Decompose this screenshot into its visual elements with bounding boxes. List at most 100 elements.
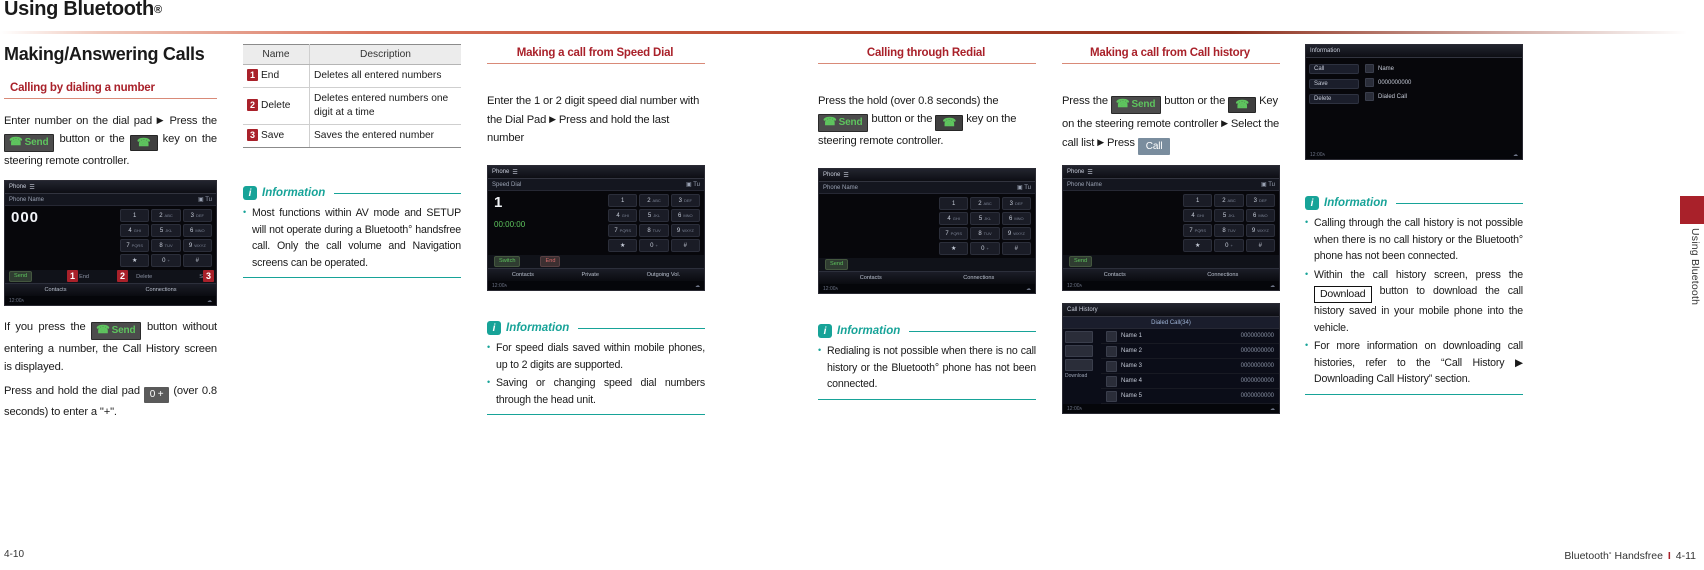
dialpad-key[interactable]: # <box>1245 239 1275 252</box>
text-button-or-the: button or the <box>1164 95 1226 107</box>
dialpad-key[interactable]: 9 WXYZ <box>1001 227 1031 240</box>
outgoing-vol-softkey[interactable]: Outgoing Vol. <box>647 272 681 278</box>
send-chip-label: Send <box>1131 99 1156 110</box>
send-softkey[interactable]: Send <box>825 259 849 270</box>
dialpad-key[interactable]: 8 TUV <box>639 224 669 237</box>
list-item[interactable]: Name 1 0000000000 <box>1101 329 1279 344</box>
text-button-or-the: button or the <box>871 113 933 125</box>
call-action-button[interactable]: Call <box>1309 64 1359 74</box>
end-softkey[interactable]: End <box>540 256 561 267</box>
dialpad-key[interactable]: 2 ABC <box>151 209 181 222</box>
dialpad-key[interactable]: 4 GHI <box>608 209 638 222</box>
phone-name-label: Phone Name <box>9 196 45 203</box>
connections-softkey[interactable]: Connections <box>1207 272 1238 278</box>
dialpad-key[interactable]: 1 <box>939 197 969 210</box>
dialpad-key[interactable]: 5 JKL <box>970 212 1000 225</box>
dialpad-key[interactable]: # <box>670 239 700 252</box>
dialpad-key[interactable]: 7 PQRS <box>608 224 638 237</box>
dialpad-key[interactable]: 6 MNO <box>1245 209 1275 222</box>
download-softkey[interactable]: Download <box>1065 373 1099 379</box>
cell-name-label: Delete <box>261 100 291 111</box>
list-item[interactable]: Name 5 0000000000 <box>1101 389 1279 404</box>
dialpad-key[interactable]: 8 TUV <box>151 239 181 252</box>
dialpad-key[interactable]: 4 GHI <box>939 212 969 225</box>
switch-softkey[interactable]: Switch <box>494 256 521 267</box>
dialpad-key[interactable]: 0 + <box>639 239 669 252</box>
list-item[interactable]: Name 4 0000000000 <box>1101 374 1279 389</box>
history-icon[interactable] <box>1065 331 1093 343</box>
dialpad-key[interactable]: 5 JKL <box>151 224 181 237</box>
dialpad-key[interactable]: 0 + <box>970 242 1000 255</box>
dialpad-key[interactable]: 6 MNO <box>1001 212 1031 225</box>
contact-number: 0000000000 <box>1240 378 1274 384</box>
dialpad-key[interactable]: # <box>182 254 212 267</box>
info-icon: i <box>818 324 832 338</box>
dialpad-key[interactable]: 5 JKL <box>639 209 669 222</box>
dialpad-key[interactable]: 4 GHI <box>1183 209 1213 222</box>
contacts-softkey[interactable]: Contacts <box>860 275 882 281</box>
dialpad-key[interactable]: 0 + <box>151 254 181 267</box>
dialpad-key[interactable]: 7 PQRS <box>120 239 150 252</box>
dialed-call-tab[interactable]: Dialed Call(34) <box>1151 320 1191 326</box>
contacts-softkey[interactable]: Contacts <box>512 272 534 278</box>
dialpad-key[interactable]: 4 GHI <box>120 224 150 237</box>
clock-display: 12:00ᴀ <box>823 285 838 292</box>
dialpad-key[interactable]: ★ <box>1183 239 1213 252</box>
contacts-softkey[interactable]: Contacts <box>1104 272 1126 278</box>
dialpad-key[interactable]: 9 WXYZ <box>182 239 212 252</box>
dialpad-key[interactable]: 2 ABC <box>1214 194 1244 207</box>
dialpad-key[interactable]: 3 DEF <box>1001 197 1031 210</box>
cell-name: 1 End <box>243 64 310 88</box>
paragraph-speed-dial: Enter the 1 or 2 digit speed dial number… <box>487 92 705 147</box>
connections-softkey[interactable]: Connections <box>963 275 994 281</box>
screenshot-bottombar: Contacts Connections <box>5 283 216 296</box>
dialpad-key[interactable]: 9 WXYZ <box>1245 224 1275 237</box>
dialpad-key[interactable]: 6 MNO <box>182 224 212 237</box>
list-item[interactable]: Name 2 0000000000 <box>1101 344 1279 359</box>
history-icon[interactable] <box>1065 345 1093 357</box>
dialpad-key[interactable]: 3 DEF <box>670 194 700 207</box>
dialpad-key[interactable]: 1 <box>608 194 638 207</box>
connections-softkey[interactable]: Connections <box>145 287 176 293</box>
delete-action-button[interactable]: Delete <box>1309 94 1359 104</box>
dialpad-key[interactable]: 1 <box>1183 194 1213 207</box>
list-item: Most functions within AV mode and SETUP … <box>243 204 461 271</box>
dialpad-key[interactable]: 7 PQRS <box>939 227 969 240</box>
end-softkey[interactable]: End <box>79 274 89 280</box>
dialpad-key[interactable]: 3 DEF <box>1245 194 1275 207</box>
clock-display: 12:00ᴀ <box>1310 151 1325 158</box>
dialpad-key[interactable]: 8 TUV <box>970 227 1000 240</box>
dialpad-key[interactable]: 2 ABC <box>970 197 1000 210</box>
list-item: Within the call history screen, press th… <box>1305 266 1523 337</box>
dialpad-key[interactable]: 1 <box>120 209 150 222</box>
dialpad-key[interactable]: ★ <box>120 254 150 267</box>
column-1: Making/Answering Calls Calling by dialin… <box>4 44 217 431</box>
dialpad-key[interactable]: 0 + <box>1214 239 1244 252</box>
contacts-softkey[interactable]: Contacts <box>44 287 66 293</box>
manual-page: Using Bluetooth® Making/Answering Calls … <box>0 0 1704 570</box>
history-icon[interactable] <box>1065 359 1093 371</box>
dialpad-key[interactable]: # <box>1001 242 1031 255</box>
dialpad-key[interactable]: 9 WXYZ <box>670 224 700 237</box>
clock-display: 12:00ᴀ <box>1067 282 1082 289</box>
dialpad-key[interactable]: 2 ABC <box>639 194 669 207</box>
dialpad-key[interactable]: 6 MNO <box>670 209 700 222</box>
list-item[interactable]: Name 3 0000000000 <box>1101 359 1279 374</box>
private-softkey[interactable]: Private <box>582 272 599 278</box>
screenshot-statusbar: 12:00ᴀ ☁ <box>1063 404 1279 413</box>
dialpad-key[interactable]: 5 JKL <box>1214 209 1244 222</box>
text-press: Press <box>1106 137 1135 149</box>
history-sidebar: Download <box>1063 329 1101 404</box>
dialpad-key[interactable]: 3 DEF <box>182 209 212 222</box>
handset-icon: ☎ <box>1115 98 1130 110</box>
dialpad-key[interactable]: ★ <box>939 242 969 255</box>
dialpad-key[interactable]: 7 PQRS <box>1183 224 1213 237</box>
header-rule <box>0 31 1704 34</box>
send-softkey[interactable]: Send <box>9 271 33 282</box>
paragraph-call-history-note: If you press the ☎ Send button without en… <box>4 318 217 376</box>
send-softkey[interactable]: Send <box>1069 256 1093 267</box>
save-action-button[interactable]: Save <box>1309 79 1359 89</box>
delete-softkey[interactable]: Delete <box>136 274 152 280</box>
dialpad-key[interactable]: 8 TUV <box>1214 224 1244 237</box>
dialpad-key[interactable]: ★ <box>608 239 638 252</box>
